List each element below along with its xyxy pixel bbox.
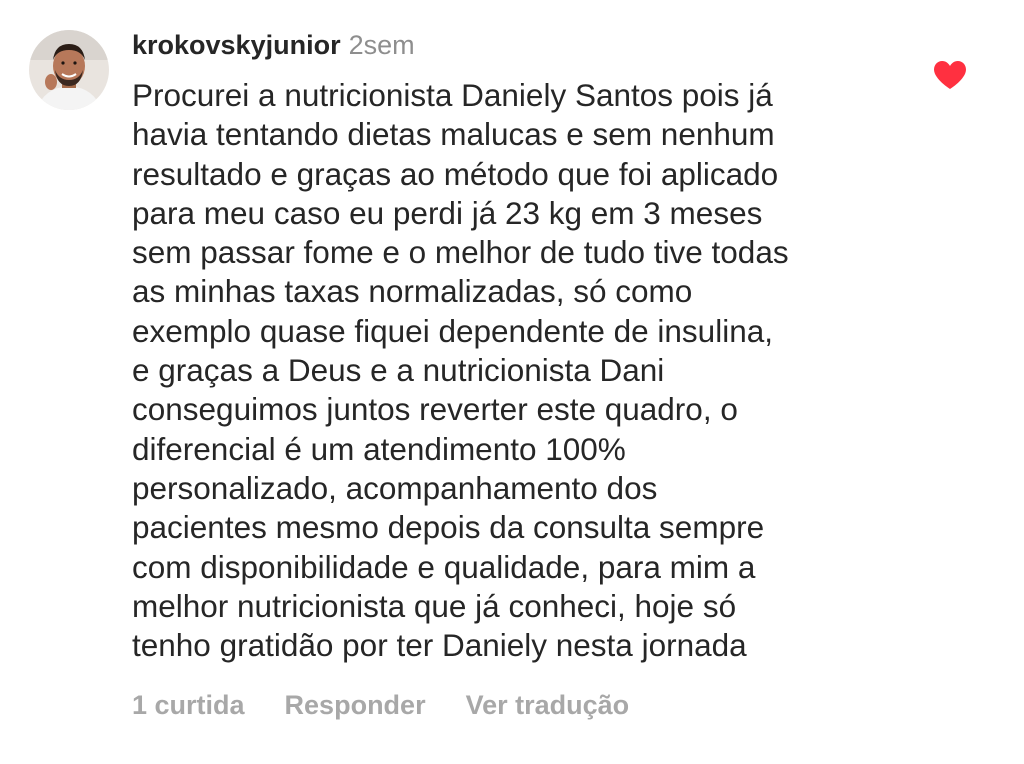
comment-line: exemplo quase fiquei dependente de insul… [132,312,773,349]
likes-count-button[interactable]: 1 curtida [132,688,245,722]
comment-line: conseguimos juntos reverter este quadro,… [132,391,738,428]
comment-actions: 1 curtida Responder Ver tradução [132,688,669,722]
comment-header: krokovskyjunior 2sem [132,29,415,61]
comment-line: personalizado, acompanhamento dos [132,469,658,506]
avatar-image [29,30,109,110]
reply-button[interactable]: Responder [285,688,426,722]
comment-line: tenho gratidão por ter Daniely nesta jor… [132,627,747,664]
comment-line: diferencial é um atendimento 100% [132,430,626,467]
comment-line: pacientes mesmo depois da consulta sempr… [132,509,765,546]
comment-line: e graças a Deus e a nutricionista Dani [132,352,665,389]
comment-line: para meu caso eu perdi já 23 kg em 3 mes… [132,194,763,231]
comment-line: havia tentando dietas malucas e sem nenh… [132,116,775,153]
username[interactable]: krokovskyjunior [132,30,341,60]
avatar[interactable] [29,30,109,110]
timestamp: 2sem [348,30,415,60]
comment: krokovskyjunior 2sem Procurei a nutricion… [0,0,1024,764]
like-button[interactable] [933,60,967,90]
comment-line: as minhas taxas normalizadas, só como [132,273,693,310]
translate-button[interactable]: Ver tradução [466,688,630,722]
comment-line: Procurei a nutricionista Daniely Santos … [132,77,773,113]
comment-line: melhor nutricionista que já conheci, hoj… [132,587,737,624]
comment-line: resultado e graças ao método que foi apl… [132,155,779,192]
comment-text: Procurei a nutricionista Daniely Santos … [132,76,892,665]
comment-line: com disponibilidade e qualidade, para mi… [132,548,756,585]
heart-icon [934,61,966,89]
comment-line: sem passar fome e o melhor de tudo tive … [132,234,789,271]
